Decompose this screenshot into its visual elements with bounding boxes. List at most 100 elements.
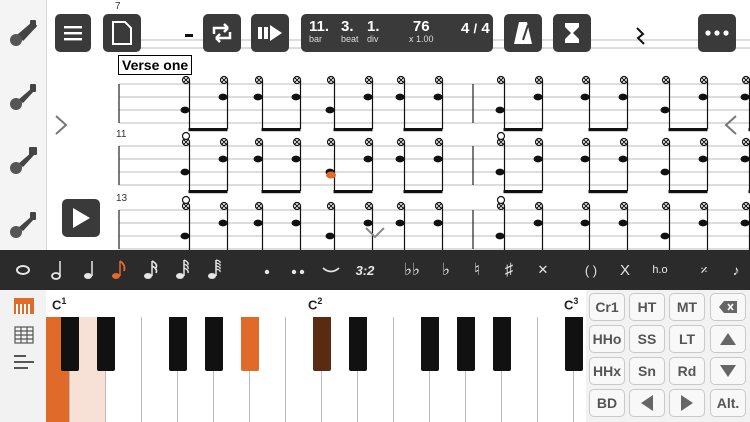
snare-note-head[interactable] [740,155,750,163]
double-sharp-button[interactable]: ✕ [532,250,554,290]
snare-note-head[interactable] [395,219,405,227]
black-key[interactable] [457,317,475,371]
black-key[interactable] [97,317,115,371]
crash1-button[interactable]: Cr1 [589,293,625,321]
snare-note-head[interactable] [533,155,543,163]
double-flat-button[interactable]: ♭♭ [400,250,424,290]
whole-note-button[interactable] [12,250,34,290]
black-key[interactable] [313,317,331,371]
snare-note-head[interactable] [253,155,263,163]
snare-note-head[interactable] [218,155,228,163]
bass-note-head[interactable] [495,106,505,114]
sixteenth-note-button[interactable] [140,250,162,290]
snare-note-head[interactable] [433,93,443,101]
bass-note-head[interactable] [660,106,670,114]
low-tom-button[interactable]: LT [669,325,705,353]
snare-note-head[interactable] [218,93,228,101]
bass-note-head[interactable] [660,232,670,240]
bass-track-icon[interactable] [8,146,38,176]
crash-note-head[interactable] [496,195,506,205]
black-key[interactable] [493,317,511,371]
move-right-button[interactable] [669,389,705,417]
move-left-button[interactable] [629,389,665,417]
snare-note-head[interactable] [253,93,263,101]
bass-note-head[interactable] [660,168,670,176]
next-page-button[interactable] [724,114,738,141]
black-key[interactable] [421,317,439,371]
hihat-closed-button[interactable]: HHx [589,357,625,385]
natural-button[interactable]: ♮ [466,250,488,290]
snare-note-head[interactable] [363,155,373,163]
bass-note-head[interactable] [495,168,505,176]
play-from-cursor-button[interactable] [251,14,289,52]
bass-note-head[interactable] [180,106,190,114]
snare-note-head[interactable] [580,155,590,163]
snare-note-head[interactable] [580,219,590,227]
black-key[interactable] [205,317,223,371]
snare-note-head[interactable] [291,219,301,227]
snare-note-head[interactable] [433,219,443,227]
move-down-button[interactable] [710,357,746,385]
bass-note-head[interactable] [325,232,335,240]
guitar-track-icon[interactable] [8,210,38,240]
snare-note-head[interactable] [618,219,628,227]
high-tom-button[interactable]: HT [629,293,665,321]
bass-note-head[interactable] [180,232,190,240]
snare-note-head[interactable] [618,155,628,163]
parentheses-button[interactable]: ( ) [576,250,606,290]
snare-note-head[interactable] [618,93,628,101]
bass-note-head[interactable] [180,168,190,176]
loop-button[interactable] [203,14,241,52]
snare-note-head[interactable] [533,219,543,227]
move-up-button[interactable] [710,325,746,353]
crash-note-head[interactable] [181,195,191,205]
sixty-fourth-note-button[interactable] [204,250,226,290]
snare-note-head[interactable] [533,93,543,101]
snare-note-head[interactable] [291,93,301,101]
dead-note-button[interactable]: X [614,250,636,290]
snare-note-head[interactable] [253,219,263,227]
snare-note-head[interactable] [580,93,590,101]
black-key[interactable] [565,317,583,371]
previous-page-button[interactable] [54,114,68,141]
snare-note-head[interactable] [218,219,228,227]
snare-note-head[interactable] [740,219,750,227]
tie-button[interactable] [318,250,344,290]
snare-note-head[interactable] [698,155,708,163]
snare-note-head[interactable] [395,155,405,163]
eighth-note-button[interactable] [108,250,130,290]
collapse-button[interactable] [364,226,386,245]
snare-note-head[interactable] [395,93,405,101]
tuplet-button[interactable]: 3:2 [350,250,380,290]
black-key[interactable] [349,317,367,371]
snare-note-head[interactable] [291,155,301,163]
mid-tom-button[interactable]: MT [669,293,705,321]
list-mode-button[interactable] [14,354,34,375]
bass-note-head[interactable] [325,106,335,114]
sharp-button[interactable]: ♯ [498,250,520,290]
menu-button[interactable] [55,14,91,52]
black-key[interactable] [61,317,79,371]
selected-note-cursor[interactable] [326,171,336,179]
alt-button[interactable]: Alt. [710,389,746,417]
crash-note-head[interactable] [181,131,191,141]
grace-note-button[interactable]: ♪ [724,250,748,290]
grid-mode-button[interactable] [14,326,34,349]
snare-note-head[interactable] [740,93,750,101]
play-button[interactable] [62,199,100,237]
snare-button[interactable]: Sn [629,357,665,385]
bass-drum-button[interactable]: BD [589,389,625,417]
metronome-button[interactable] [504,14,542,52]
crash-note-head[interactable] [496,131,506,141]
hammer-on-button[interactable]: h.o [645,250,675,290]
black-key[interactable] [241,317,259,371]
half-note-button[interactable] [46,250,68,290]
document-button[interactable] [103,14,141,52]
guitar-track-icon[interactable] [8,18,38,48]
quarter-note-button[interactable] [78,250,100,290]
more-options-button[interactable] [698,14,736,52]
snare-note-head[interactable] [433,155,443,163]
section-label[interactable]: Verse one [118,55,193,75]
hihat-open-button[interactable]: HHo [589,325,625,353]
side-stick-button[interactable]: SS [629,325,665,353]
